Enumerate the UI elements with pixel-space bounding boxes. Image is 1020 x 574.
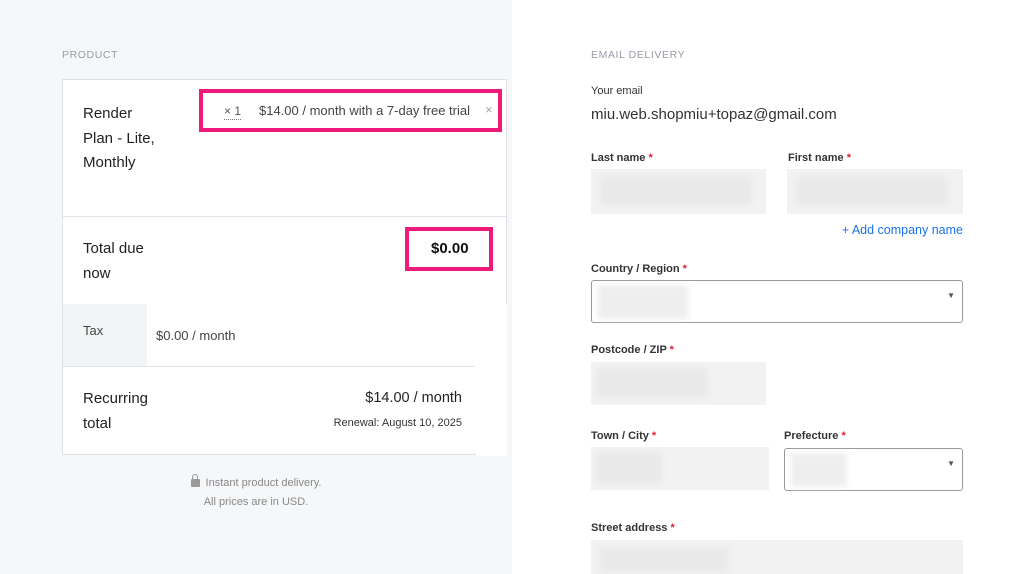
street-address-field[interactable] (591, 540, 963, 574)
street-label: Street address * (591, 522, 675, 534)
email-delivery-pane: EMAIL DELIVERY Your email miu.web.shopmi… (512, 0, 1020, 574)
prefecture-select[interactable]: ▼ (784, 448, 963, 491)
email-value: miu.web.shopmiu+topaz@gmail.com (591, 106, 837, 123)
product-name: Render Plan - Lite, Monthly (83, 105, 155, 171)
tax-label: Tax (83, 323, 104, 338)
close-icon[interactable]: × (485, 102, 493, 117)
town-label: Town / City * (591, 430, 656, 442)
price-line: $14.00 / month with a 7-day free trial (259, 103, 471, 118)
recurring-total-label: Recurring total (83, 390, 149, 432)
first-name-label: First name * (788, 152, 851, 164)
redacted-value (597, 453, 662, 483)
redacted-value (791, 453, 847, 487)
email-delivery-section-label: EMAIL DELIVERY (591, 49, 686, 61)
product-section-label: PRODUCT (62, 49, 119, 61)
tax-value: $0.00 / month (156, 328, 236, 343)
first-name-label-text: First name (788, 152, 844, 164)
divider (63, 216, 506, 217)
total-due-label: Total due now (83, 240, 144, 282)
required-marker: * (670, 522, 675, 534)
renewal-date: Renewal: August 10, 2025 (333, 417, 462, 429)
required-marker: * (669, 344, 674, 356)
chevron-down-icon: ▼ (947, 459, 955, 468)
country-label-text: Country / Region (591, 263, 680, 275)
currency-note: All prices are in USD. (203, 496, 309, 508)
postcode-field[interactable] (591, 362, 766, 405)
email-label: Your email (591, 85, 643, 97)
total-due-amount: $0.00 (431, 240, 469, 257)
redacted-value (598, 285, 688, 319)
add-company-name-link[interactable]: + Add company name (842, 223, 963, 237)
first-name-field[interactable] (787, 169, 963, 214)
required-marker: * (846, 152, 851, 164)
redacted-value (597, 368, 707, 398)
delivery-note: Instant product delivery. (0, 474, 512, 489)
street-label-text: Street address (591, 522, 668, 534)
country-label: Country / Region * (591, 263, 687, 275)
order-summary-pane: PRODUCT Render Plan - Lite, Monthly × 1 … (0, 0, 512, 574)
required-marker: * (648, 152, 653, 164)
redacted-value (797, 177, 947, 205)
delivery-note-text: Instant product delivery. (205, 477, 322, 489)
required-marker: * (841, 430, 846, 442)
divider (63, 366, 475, 367)
postcode-label: Postcode / ZIP * (591, 344, 674, 356)
card-edge (476, 304, 507, 456)
recurring-total-amount: $14.00 / month (365, 390, 462, 406)
required-marker: * (651, 430, 657, 442)
last-name-field[interactable] (591, 169, 766, 214)
prefecture-label-text: Prefecture (784, 430, 839, 442)
redacted-value (601, 177, 751, 205)
town-field[interactable] (591, 447, 769, 490)
last-name-label-text: Last name (591, 152, 646, 164)
redacted-value (599, 548, 729, 572)
last-name-label: Last name * (591, 152, 653, 164)
postcode-label-text: Postcode / ZIP (591, 344, 667, 356)
lock-icon (190, 474, 200, 487)
order-summary-card: Render Plan - Lite, Monthly × 1 $14.00 /… (62, 79, 507, 456)
quantity-selector[interactable]: × 1 (224, 104, 242, 120)
country-select[interactable]: ▼ (591, 280, 963, 323)
town-label-text: Town / City (591, 430, 649, 442)
required-marker: * (682, 263, 687, 275)
prefecture-label: Prefecture * (784, 430, 846, 442)
chevron-down-icon: ▼ (947, 291, 955, 300)
tax-label-cell (63, 304, 147, 366)
